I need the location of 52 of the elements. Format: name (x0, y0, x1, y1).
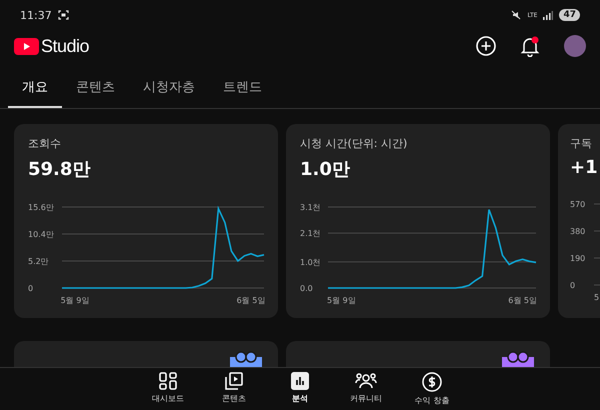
x-tick-label: 5월 9일 (327, 296, 356, 305)
x-tick-label: 5 (594, 293, 600, 302)
nav-item[interactable]: 분석 (274, 368, 326, 410)
metric-card[interactable]: 구독 +1 570 380 190 0 5 (558, 124, 600, 318)
tab[interactable]: 개요 (8, 70, 62, 108)
x-tick-label: 6월 5일 (236, 296, 266, 305)
x-tick-label: 6월 5일 (508, 296, 537, 305)
metric-title: 구독 (570, 136, 592, 151)
promo-card[interactable] (14, 341, 278, 367)
nav-item[interactable]: 대시보드 (142, 368, 194, 410)
y-tick-label: 0 (28, 284, 34, 293)
tab[interactable]: 트렌드 (209, 70, 276, 108)
tab[interactable]: 콘텐츠 (62, 70, 129, 108)
play-logo-icon (14, 38, 39, 54)
metric-value: 1.0만 (300, 158, 350, 181)
bar-chart-icon (291, 372, 309, 390)
video-library-icon (225, 372, 243, 390)
logo-text: Studio (41, 36, 90, 56)
y-tick-label: 1.0천 (300, 258, 321, 267)
metric-title: 시청 시간(단위: 시간) (300, 136, 408, 151)
promo-card[interactable] (286, 341, 550, 367)
x-tick-label: 5월 9일 (60, 296, 90, 305)
y-tick-label: 0 (570, 281, 576, 290)
y-tick-label: 15.6만 (28, 203, 54, 212)
avatar[interactable] (564, 35, 586, 57)
mute-icon (511, 10, 522, 20)
y-tick-label: 3.1천 (300, 203, 321, 212)
create-icon[interactable] (476, 36, 496, 56)
status-time: 11:37 (20, 8, 52, 22)
y-tick-label: 5.2만 (28, 257, 49, 266)
metric-card[interactable]: 시청 시간(단위: 시간) 1.0만 3.1천 2.1천 1.0천 0.0 5월 9일 6월 5일 (286, 124, 550, 318)
signal-icon (543, 10, 554, 20)
y-tick-label: 0.0 (300, 284, 313, 293)
nav-item[interactable]: 커뮤니티 (340, 368, 392, 410)
metric-title: 조회수 (28, 136, 61, 151)
y-tick-label: 380 (570, 227, 586, 236)
people-icon (355, 372, 377, 390)
nav-item[interactable]: 수익 창출 (406, 368, 458, 410)
notifications-icon[interactable] (520, 36, 540, 56)
dollar-icon (422, 372, 442, 392)
y-tick-label: 10.4만 (28, 230, 54, 239)
nav-item[interactable]: 콘텐츠 (208, 368, 260, 410)
y-tick-label: 190 (570, 254, 586, 263)
y-tick-label: 570 (570, 200, 586, 209)
screenshot-icon (58, 10, 69, 20)
metric-value: 59.8만 (28, 158, 90, 181)
y-tick-label: 2.1천 (300, 229, 321, 238)
metric-value: +1 (570, 157, 598, 178)
tab[interactable]: 시청자층 (129, 70, 209, 108)
battery-level: 47 (559, 9, 580, 21)
dashboard-icon (159, 372, 177, 390)
metric-card[interactable]: 조회수 59.8만 15.6만 10.4만 5.2만 0 5월 9일 6월 5일 (14, 124, 278, 318)
